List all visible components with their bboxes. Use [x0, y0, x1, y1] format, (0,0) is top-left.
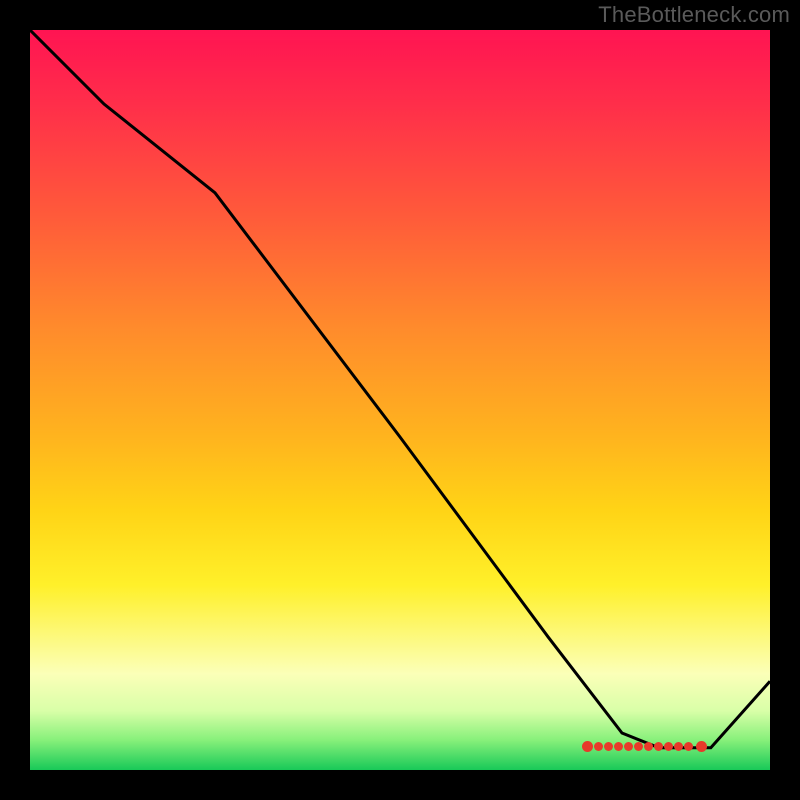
- plot-area: [30, 30, 770, 770]
- marker-dot: [644, 742, 653, 751]
- marker-dot: [582, 741, 593, 752]
- marker-dot: [614, 742, 623, 751]
- marker-dot: [696, 741, 707, 752]
- chart-frame: TheBottleneck.com: [0, 0, 800, 800]
- marker-dot: [604, 742, 613, 751]
- marker-dot: [654, 742, 663, 751]
- marker-dot: [594, 742, 603, 751]
- marker-dot: [624, 742, 633, 751]
- marker-dot: [674, 742, 683, 751]
- marker-dot: [634, 742, 643, 751]
- marker-dot: [684, 742, 693, 751]
- curve-path: [30, 30, 770, 748]
- optimal-range-markers: [582, 742, 707, 752]
- marker-dot: [664, 742, 673, 751]
- bottleneck-curve: [30, 30, 770, 770]
- attribution-text: TheBottleneck.com: [598, 2, 790, 28]
